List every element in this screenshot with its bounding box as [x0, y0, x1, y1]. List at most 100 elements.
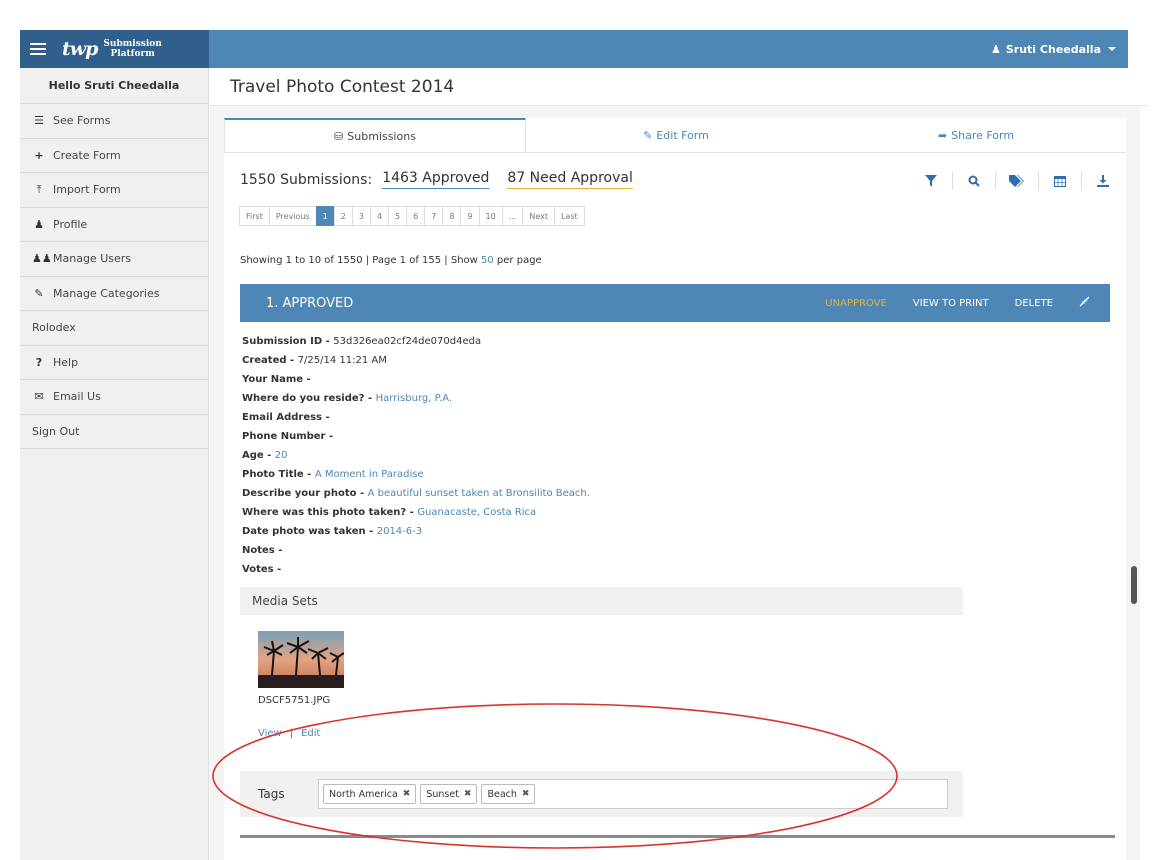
pager-page[interactable]: 5 — [388, 206, 408, 226]
view-to-print-button[interactable]: VIEW TO PRINT — [913, 298, 989, 309]
users-icon: ♟♟ — [32, 252, 52, 266]
sidebar-item-email-us[interactable]: ✉ Email Us — [20, 380, 208, 415]
filter-icon[interactable] — [920, 170, 942, 192]
submission-field: Votes - — [242, 560, 942, 579]
submission-field: Notes - — [242, 541, 942, 560]
submission-field: Where was this photo taken? - Guanacaste… — [242, 503, 942, 522]
field-value[interactable]: Harrisburg, P.A. — [376, 393, 453, 404]
question-icon: ? — [35, 355, 43, 369]
submission-field: Phone Number - — [242, 427, 942, 446]
sidebar-item-label: Import Form — [53, 183, 121, 197]
submission-field: Describe your photo - A beautiful sunset… — [242, 484, 942, 503]
showing-text: Showing 1 to 10 of 1550 | Page 1 of 155 … — [240, 255, 482, 266]
sidebar-item-label: Email Us — [53, 390, 101, 404]
pager-page[interactable]: 10 — [478, 206, 503, 226]
pager-page[interactable]: 2 — [333, 206, 353, 226]
search-icon[interactable] — [963, 170, 985, 192]
approved-filter-link[interactable]: 1463 Approved — [382, 170, 490, 189]
submission-status-title: 1. APPROVED — [266, 295, 354, 311]
submission-fields: Submission ID - 53d326ea02cf24de070d4eda… — [242, 332, 942, 579]
chevron-down-icon — [1108, 47, 1116, 51]
scrollbar-thumb[interactable] — [1131, 566, 1137, 604]
field-value[interactable]: 2014-6-3 — [377, 526, 422, 537]
sidebar-item-rolodex[interactable]: Rolodex — [20, 311, 208, 346]
field-value[interactable]: Guanacaste, Costa Rica — [417, 507, 536, 518]
field-key: Your Name - — [242, 374, 311, 385]
submission-field: Photo Title - A Moment in Paradise — [242, 465, 942, 484]
submission-field: Age - 20 — [242, 446, 942, 465]
showing-info: Showing 1 to 10 of 1550 | Page 1 of 155 … — [240, 255, 542, 266]
need-approval-filter-link[interactable]: 87 Need Approval — [507, 170, 633, 189]
list-icon: ☰ — [34, 114, 44, 128]
toolbar-divider — [952, 172, 953, 190]
tags-section: Tags North America ✖ Sunset ✖ Beach ✖ — [240, 771, 963, 817]
user-menu[interactable]: ♟ Sruti Cheedalla — [991, 43, 1116, 56]
pagination: First Previous 1 2 3 4 5 6 7 8 9 10 ... … — [239, 206, 585, 226]
submission-header: 1. APPROVED UNAPPROVE VIEW TO PRINT DELE… — [240, 284, 1110, 322]
tags-icon[interactable] — [1006, 170, 1028, 192]
envelope-icon: ✉ — [34, 390, 44, 404]
tag-chip: North America ✖ — [323, 784, 417, 804]
pager-page[interactable]: 6 — [406, 206, 426, 226]
field-value[interactable]: A Moment in Paradise — [315, 469, 424, 480]
pager-next[interactable]: Next — [522, 206, 555, 226]
unapprove-button[interactable]: UNAPPROVE — [825, 298, 887, 309]
field-key: Where do you reside? - — [242, 393, 376, 404]
pager-page[interactable]: 7 — [424, 206, 444, 226]
sidebar-item-see-forms[interactable]: ☰ See Forms — [20, 104, 208, 139]
submission-field: Submission ID - 53d326ea02cf24de070d4eda — [242, 332, 942, 351]
upload-icon: ⤒ — [36, 182, 42, 196]
download-icon[interactable] — [1092, 170, 1114, 192]
share-icon: ➦ — [937, 128, 948, 142]
delete-button[interactable]: DELETE — [1015, 298, 1053, 309]
view-media-link[interactable]: View — [258, 728, 282, 739]
submission-field: Date photo was taken - 2014-6-3 — [242, 522, 942, 541]
pencil-icon: ✎ — [34, 286, 44, 300]
tab-submissions[interactable]: ⛁ Submissions — [224, 118, 526, 152]
pager-ellipsis: ... — [501, 206, 524, 226]
hamburger-menu-icon[interactable] — [30, 43, 46, 55]
pager-previous[interactable]: Previous — [268, 206, 317, 226]
sidebar-item-create-form[interactable]: + Create Form — [20, 139, 208, 173]
photo-thumbnail[interactable] — [258, 631, 344, 688]
main-area: Travel Photo Contest 2014 ⛁ Submissions … — [210, 68, 1148, 860]
sidebar-item-manage-users[interactable]: ♟♟ Manage Users — [20, 242, 208, 277]
submission-field: Your Name - — [242, 370, 942, 389]
tab-share-form[interactable]: ➦ Share Form — [826, 118, 1126, 152]
field-value: 7/25/14 11:21 AM — [297, 355, 387, 366]
sidebar-item-label: Profile — [53, 217, 88, 231]
section-divider — [240, 835, 1115, 838]
per-page-link[interactable]: 50 — [481, 255, 494, 266]
user-name: Sruti Cheedalla — [1005, 42, 1101, 56]
logo-line-1: Submission — [103, 39, 162, 49]
edit-media-link[interactable]: Edit — [301, 728, 320, 739]
field-value[interactable]: A beautiful sunset taken at Bronsilito B… — [368, 488, 590, 499]
logo-mark: twp — [62, 38, 98, 60]
tags-input[interactable]: North America ✖ Sunset ✖ Beach ✖ — [318, 779, 948, 809]
field-key: Date photo was taken - — [242, 526, 377, 537]
pager-page[interactable]: 1 — [315, 206, 335, 226]
collapse-icon[interactable] — [1079, 296, 1090, 310]
submissions-panel: ⛁ Submissions ✎ Edit Form ➦ Share Form 1… — [224, 118, 1126, 860]
pager-page[interactable]: 3 — [351, 206, 371, 226]
pager-page[interactable]: 9 — [460, 206, 480, 226]
pager-last[interactable]: Last — [553, 206, 585, 226]
field-value[interactable]: 20 — [275, 450, 288, 461]
pager-page[interactable]: 4 — [369, 206, 390, 226]
remove-tag-icon[interactable]: ✖ — [464, 789, 472, 799]
toolbar-divider — [1081, 172, 1082, 190]
remove-tag-icon[interactable]: ✖ — [403, 789, 411, 799]
sidebar-item-manage-categories[interactable]: ✎ Manage Categories — [20, 277, 208, 311]
remove-tag-icon[interactable]: ✖ — [522, 789, 530, 799]
tab-edit-form[interactable]: ✎ Edit Form — [526, 118, 826, 152]
calendar-icon[interactable] — [1049, 170, 1071, 192]
sidebar-item-help[interactable]: ? Help — [20, 346, 208, 380]
sidebar-item-profile[interactable]: ♟ Profile — [20, 208, 208, 242]
pager-page[interactable]: 8 — [442, 206, 462, 226]
submission-actions: UNAPPROVE VIEW TO PRINT DELETE — [825, 296, 1090, 310]
submission-field: Email Address - — [242, 408, 942, 427]
pager-first[interactable]: First — [239, 206, 270, 226]
user-icon: ♟ — [34, 217, 44, 231]
sidebar-item-sign-out[interactable]: Sign Out — [20, 415, 208, 449]
sidebar-item-import-form[interactable]: ⤒ Import Form — [20, 173, 208, 208]
